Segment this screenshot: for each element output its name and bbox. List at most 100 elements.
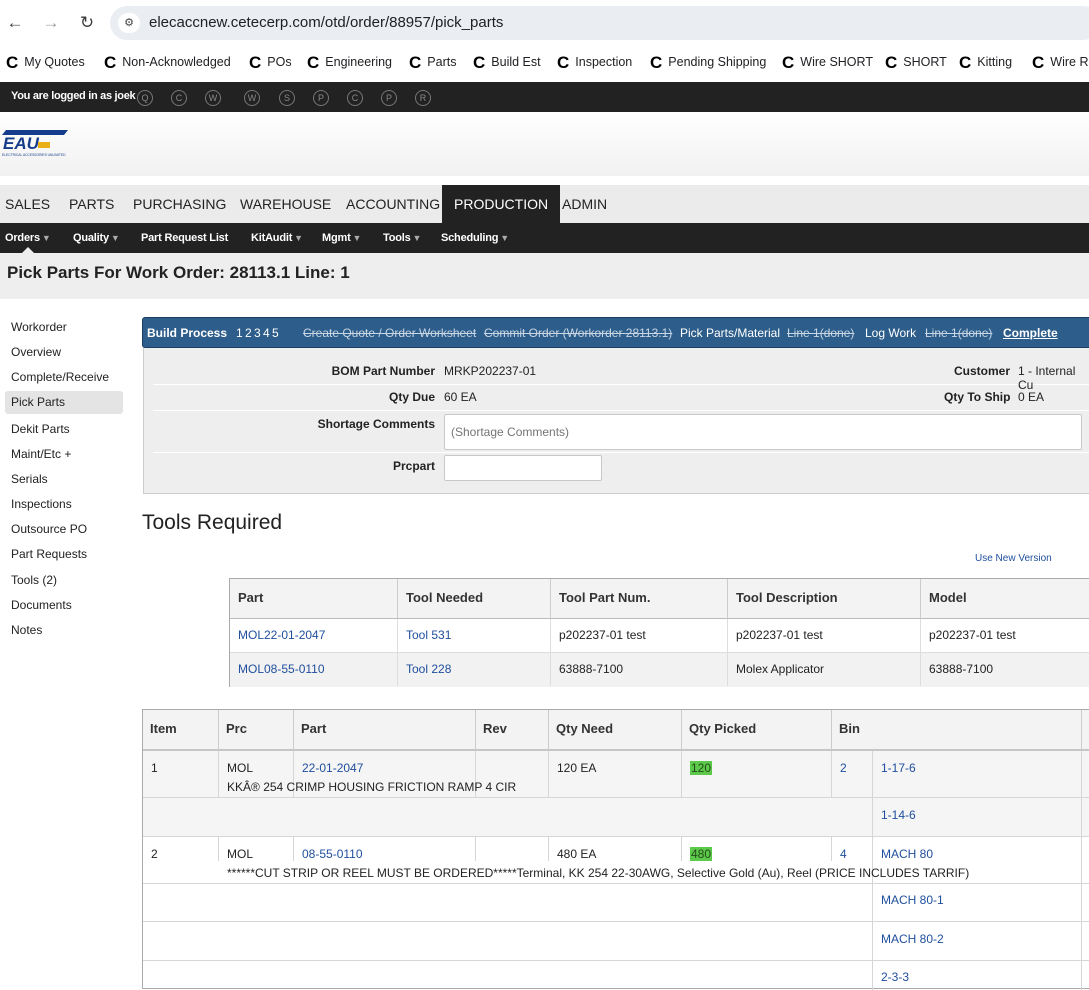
sidebar-item-workorder[interactable]: Workorder [5, 316, 123, 339]
quick-link-p-icon[interactable]: P [381, 90, 397, 106]
tools-header-tool-description[interactable]: Tool Description [728, 579, 921, 619]
quick-link-p-icon[interactable]: P [313, 90, 329, 106]
bookmark-short[interactable]: C SHORT [885, 53, 947, 73]
bookmark-wire-re[interactable]: CWire Re [1032, 53, 1089, 73]
bookmark-inspection[interactable]: C Inspection [557, 53, 632, 73]
build-step-1[interactable]: 1 [236, 326, 243, 340]
tools-header-part[interactable]: Part [230, 579, 398, 619]
build-step-3[interactable]: 3 [254, 326, 261, 340]
bin-link[interactable]: 1-14-6 [881, 808, 916, 822]
bookmark-my-quotes[interactable]: C My Quotes [6, 53, 85, 73]
sidebar-item-complete-receive[interactable]: Complete/Receive [5, 366, 123, 389]
sidebar-item-overview[interactable]: Overview [5, 341, 123, 364]
shortage-comments-input[interactable] [444, 414, 1082, 450]
nav-purchasing[interactable]: PURCHASING [128, 185, 231, 223]
cell-divider [872, 798, 873, 836]
reload-icon[interactable]: ↻ [76, 12, 98, 34]
item-part-link[interactable]: 22-01-2047 [302, 761, 363, 775]
parts-header-qty-picked[interactable]: Qty Picked [682, 710, 832, 751]
tools-header-tool-needed[interactable]: Tool Needed [398, 579, 551, 619]
complete-link[interactable]: Complete [1003, 326, 1058, 340]
bin-link[interactable]: MACH 80 [881, 847, 933, 861]
nav-accounting[interactable]: ACCOUNTING [341, 185, 445, 223]
subnav-tools[interactable]: Tools ▼ [383, 223, 421, 253]
eau-logo[interactable]: EAU ELECTRICAL ACCESSORIES UNLIMITED [2, 130, 70, 158]
tool-row-tool-link[interactable]: Tool 228 [406, 662, 451, 676]
item-bin-count-link[interactable]: 2 [840, 761, 847, 775]
parts-header-qty-need[interactable]: Qty Need [549, 710, 682, 751]
bookmark-wire-short[interactable]: C Wire SHORT [782, 53, 873, 73]
nav-sales[interactable]: SALES [0, 185, 55, 223]
sidebar-item-pick-parts[interactable]: Pick Parts [5, 391, 123, 414]
nav-warehouse[interactable]: WAREHOUSE [235, 185, 336, 223]
bin-link[interactable]: 2-3-3 [881, 970, 909, 984]
nav-parts[interactable]: PARTS [64, 185, 119, 223]
prcpart-input[interactable] [444, 455, 602, 481]
quick-link-s-icon[interactable]: S [279, 90, 295, 106]
item-bin-count-link[interactable]: 4 [840, 847, 847, 861]
build-step-5[interactable]: 5 [272, 326, 279, 340]
item-part-link[interactable]: 08-55-0110 [302, 847, 363, 861]
bin-link[interactable]: MACH 80-1 [881, 893, 944, 907]
commit-order-link[interactable]: Commit Order (Workorder 28113.1) [484, 326, 672, 340]
sidebar-item-inspections[interactable]: Inspections [5, 493, 123, 516]
sidebar-item-maint-etc[interactable]: Maint/Etc + [5, 443, 123, 466]
nav-production[interactable]: PRODUCTION [442, 185, 561, 223]
table-row: MACH 80-2 [143, 922, 1089, 961]
item-qty-picked[interactable]: 480 [690, 847, 713, 861]
sidebar-item-part-requests[interactable]: Part Requests [5, 543, 123, 566]
quick-link-c-icon[interactable]: C [347, 90, 363, 106]
quick-link-r-icon[interactable]: R [415, 90, 431, 106]
use-new-version-link[interactable]: Use New Version [975, 553, 1052, 564]
tools-header-tool-part-num[interactable]: Tool Part Num. [551, 579, 728, 619]
bookmark-non-acknowledged[interactable]: C Non-Acknowledged [104, 53, 231, 73]
bookmark-engineering[interactable]: C Engineering [307, 53, 392, 73]
tools-header-model[interactable]: Model [921, 579, 1089, 619]
url-text[interactable]: elecaccnew.cetecerp.com/otd/order/88957/… [149, 14, 503, 31]
item-description: KKÂ® 254 CRIMP HOUSING FRICTION RAMP 4 C… [227, 780, 517, 794]
bookmark-pos[interactable]: C POs [249, 53, 292, 73]
tool-row-part-link[interactable]: MOL08-55-0110 [238, 662, 325, 676]
tool-row-tool-link[interactable]: Tool 531 [406, 628, 451, 642]
forward-arrow-icon[interactable]: → [40, 12, 62, 34]
sidebar-item-documents[interactable]: Documents [5, 594, 123, 617]
parts-header-part[interactable]: Part [294, 710, 476, 751]
sidebar-item-dekit-parts[interactable]: Dekit Parts [5, 418, 123, 441]
qty-to-ship-value: 0 EA [1018, 390, 1045, 404]
subnav-quality[interactable]: Quality ▼ [73, 223, 120, 253]
nav-admin[interactable]: ADMIN [557, 185, 612, 223]
bookmark-c-icon: C [473, 53, 486, 72]
log-line1-link[interactable]: Line 1(done) [925, 326, 992, 340]
tool-row-part-link[interactable]: MOL22-01-2047 [238, 628, 325, 642]
back-arrow-icon[interactable]: ← [4, 12, 26, 34]
parts-header-bin[interactable]: Bin [832, 710, 1082, 751]
parts-header-prc[interactable]: Prc [219, 710, 294, 751]
bookmark-pending-shipping[interactable]: C Pending Shipping [650, 53, 766, 73]
quick-link-c-icon[interactable]: C [171, 90, 187, 106]
parts-header-rev[interactable]: Rev [476, 710, 549, 751]
bin-link[interactable]: MACH 80-2 [881, 932, 944, 946]
sidebar-item-notes[interactable]: Notes [5, 619, 123, 642]
subnav-scheduling[interactable]: Scheduling ▼ [441, 223, 509, 253]
quick-link-q-icon[interactable]: Q [137, 90, 153, 106]
site-settings-icon[interactable]: ⚙ [118, 13, 140, 33]
page-title-bar: Pick Parts For Work Order: 28113.1 Line:… [0, 253, 1089, 299]
subnav-part-request-list[interactable]: Part Request List [141, 223, 228, 253]
sidebar-item-outsource-po[interactable]: Outsource PO [5, 518, 123, 541]
quick-link-w-icon[interactable]: W [205, 90, 221, 106]
subnav-kitaudit[interactable]: KitAudit ▼ [251, 223, 303, 253]
sidebar-item-serials[interactable]: Serials [5, 468, 123, 491]
bin-link[interactable]: 1-17-6 [881, 761, 916, 775]
build-step-2[interactable]: 2 [245, 326, 252, 340]
subnav-mgmt[interactable]: Mgmt ▼ [322, 223, 361, 253]
sidebar-item-tools[interactable]: Tools (2) [5, 569, 123, 592]
create-quote-link[interactable]: Create Quote / Order Worksheet [303, 326, 476, 340]
quick-link-w-icon[interactable]: W [244, 90, 260, 106]
bookmark-parts[interactable]: C Parts [409, 53, 456, 73]
bookmark-kitting[interactable]: C Kitting [959, 53, 1012, 73]
build-step-4[interactable]: 4 [263, 326, 270, 340]
parts-header-item[interactable]: Item [143, 710, 219, 751]
bookmark-build-est[interactable]: C Build Est [473, 53, 541, 73]
pick-line1-link[interactable]: Line 1(done) [787, 326, 854, 340]
item-qty-picked[interactable]: 120 [690, 761, 713, 775]
